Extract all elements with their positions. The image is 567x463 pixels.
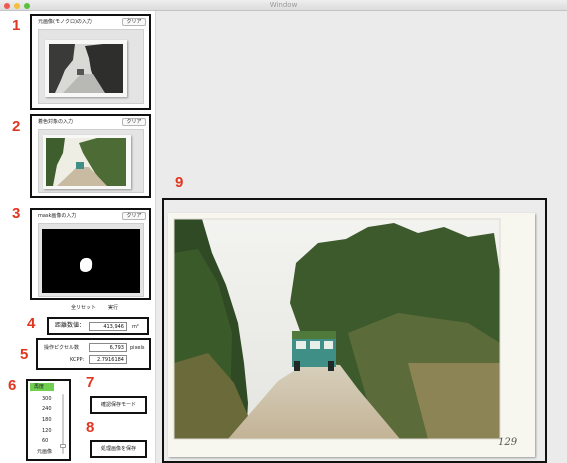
marker-8: 8 bbox=[86, 419, 95, 436]
output-photo: 129 bbox=[168, 213, 535, 457]
marker-2: 2 bbox=[12, 118, 21, 135]
reset-all-button[interactable]: 全リセット bbox=[70, 304, 96, 312]
target-image-picture bbox=[46, 138, 126, 186]
target-image-thumbnail bbox=[43, 135, 131, 189]
pixel-stats-panel: 操作ピクセル数 6,793 pixels KCPP: 2.7916184 bbox=[36, 338, 151, 370]
source-image-panel: 元画像(モノクロ)の入力 クリア bbox=[30, 14, 151, 110]
confirm-save-mode-button[interactable]: 確認保存モード bbox=[95, 401, 142, 410]
source-image-thumbnail bbox=[45, 40, 127, 97]
source-image-well[interactable] bbox=[38, 29, 144, 104]
mask-image-picture bbox=[80, 257, 93, 272]
target-image-well[interactable] bbox=[38, 129, 144, 193]
marker-7: 7 bbox=[86, 374, 95, 391]
output-image-panel: 129 bbox=[162, 198, 547, 463]
blend-slider-thumb[interactable] bbox=[60, 444, 66, 449]
level-180: 180 bbox=[42, 417, 52, 423]
level-120: 120 bbox=[42, 428, 52, 434]
marker-3: 3 bbox=[12, 205, 21, 222]
level-240: 240 bbox=[42, 406, 52, 412]
pixel-count-unit: pixels bbox=[130, 345, 145, 351]
confirm-save-mode-panel: 確認保存モード bbox=[90, 396, 147, 414]
mask-image-thumbnail bbox=[42, 229, 140, 293]
distance-value-field: 413,946 bbox=[89, 322, 127, 331]
blend-level-panel: 再度 300 240 180 120 60 元画像 bbox=[26, 379, 71, 461]
kcpp-value-field: 2.7916184 bbox=[89, 355, 127, 364]
source-clear-button[interactable]: クリア bbox=[122, 18, 146, 26]
title-bar: Window bbox=[0, 0, 567, 11]
marker-5: 5 bbox=[20, 346, 29, 363]
marker-1: 1 bbox=[12, 17, 21, 34]
target-image-panel: 着色対象の入力 クリア bbox=[30, 114, 151, 198]
distance-unit: m² bbox=[132, 324, 139, 330]
blend-header-label: 再度 bbox=[34, 384, 45, 390]
mask-image-panel: mask画像の入力 クリア bbox=[30, 208, 151, 300]
run-button[interactable]: 実行 bbox=[104, 304, 122, 312]
save-result-panel: 処理画像を保存 bbox=[90, 440, 147, 458]
target-clear-button[interactable]: クリア bbox=[122, 118, 146, 126]
distance-panel: 距離数値： 413,946 m² bbox=[47, 317, 149, 335]
truck-graphic bbox=[292, 331, 336, 371]
mask-image-well[interactable] bbox=[38, 223, 144, 297]
level-60: 60 bbox=[42, 438, 49, 444]
window-title: Window bbox=[269, 1, 298, 9]
level-300: 300 bbox=[42, 396, 52, 402]
photo-caption: 129 bbox=[498, 437, 518, 448]
level-original: 元画像 bbox=[37, 449, 53, 455]
source-image-picture bbox=[49, 44, 123, 93]
marker-9: 9 bbox=[175, 174, 184, 191]
output-photo-picture bbox=[173, 218, 501, 440]
app-window: Window 1 2 3 4 5 6 7 8 9 元画像(モノクロ)の入力 クリ… bbox=[0, 0, 567, 463]
pixel-count-field: 6,793 bbox=[89, 343, 127, 352]
source-image-title: 元画像(モノクロ)の入力 bbox=[38, 19, 92, 25]
mask-image-title: mask画像の入力 bbox=[38, 213, 77, 219]
marker-4: 4 bbox=[27, 315, 36, 332]
marker-6: 6 bbox=[8, 377, 17, 394]
save-result-button[interactable]: 処理画像を保存 bbox=[95, 445, 142, 454]
distance-label: 距離数値： bbox=[55, 322, 86, 329]
mask-clear-button[interactable]: クリア bbox=[122, 212, 146, 220]
target-image-title: 着色対象の入力 bbox=[38, 119, 74, 125]
kcpp-label: KCPP: bbox=[70, 357, 85, 363]
pixel-count-label: 操作ピクセル数 bbox=[44, 345, 80, 351]
